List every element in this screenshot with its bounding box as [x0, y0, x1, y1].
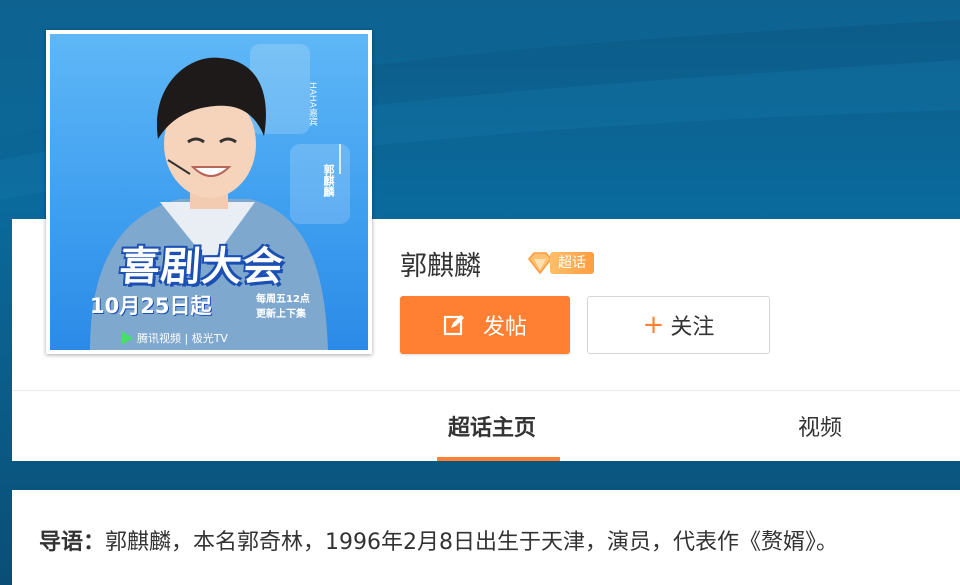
platform-divider: | — [184, 332, 192, 345]
tab-video[interactable]: 视频 — [798, 410, 842, 442]
intro-label: 导语： — [39, 530, 106, 555]
cover-image[interactable]: HAHA嘉宾 郭麒麟 喜剧大会 10月25日起 每周五12点 更新上下集 腾讯视… — [46, 30, 372, 354]
follow-button[interactable]: + 关注 — [587, 296, 770, 354]
poster-schedule-line: 更新上下集 — [256, 309, 306, 320]
poster: HAHA嘉宾 郭麒麟 喜剧大会 10月25日起 每周五12点 更新上下集 腾讯视… — [50, 34, 368, 350]
intro-text: 郭麒麟，本名郭奇林，1996年2月8日出生于天津，演员，代表作《赘婿》。 — [105, 530, 839, 555]
topic-name: 郭麒麟 — [400, 251, 481, 282]
poster-title: 喜剧大会 — [118, 244, 286, 290]
poster-schedule-line: 每周五12点 — [256, 294, 310, 305]
poster-schedule: 每周五12点 更新上下集 — [256, 292, 310, 322]
platform-tencent: 腾讯视频 — [137, 332, 181, 345]
post-button[interactable]: 发帖 — [400, 296, 570, 354]
intro: 导语：郭麒麟，本名郭奇林，1996年2月8日出生于天津，演员，代表作《赘婿》。 — [39, 524, 838, 556]
header-divider — [12, 390, 960, 391]
badge-label: 超话 — [550, 252, 594, 274]
super-topic-badge: 超话 — [526, 250, 594, 276]
play-icon — [122, 331, 133, 345]
plus-icon: + — [642, 310, 665, 340]
poster-vertical-name: 郭麒麟 — [322, 164, 335, 197]
poster-date: 10月25日起 — [90, 294, 212, 318]
active-tab-indicator — [437, 457, 560, 461]
poster-platforms: 腾讯视频 | 极光TV — [122, 330, 228, 346]
edit-icon — [443, 315, 464, 336]
poster-side-text: HAHA嘉宾 — [307, 82, 317, 126]
platform-jiguang: 极光TV — [191, 332, 228, 345]
follow-button-label: 关注 — [670, 315, 715, 340]
post-button-label: 发帖 — [482, 315, 527, 340]
tab-super-topic-home[interactable]: 超话主页 — [448, 410, 536, 442]
